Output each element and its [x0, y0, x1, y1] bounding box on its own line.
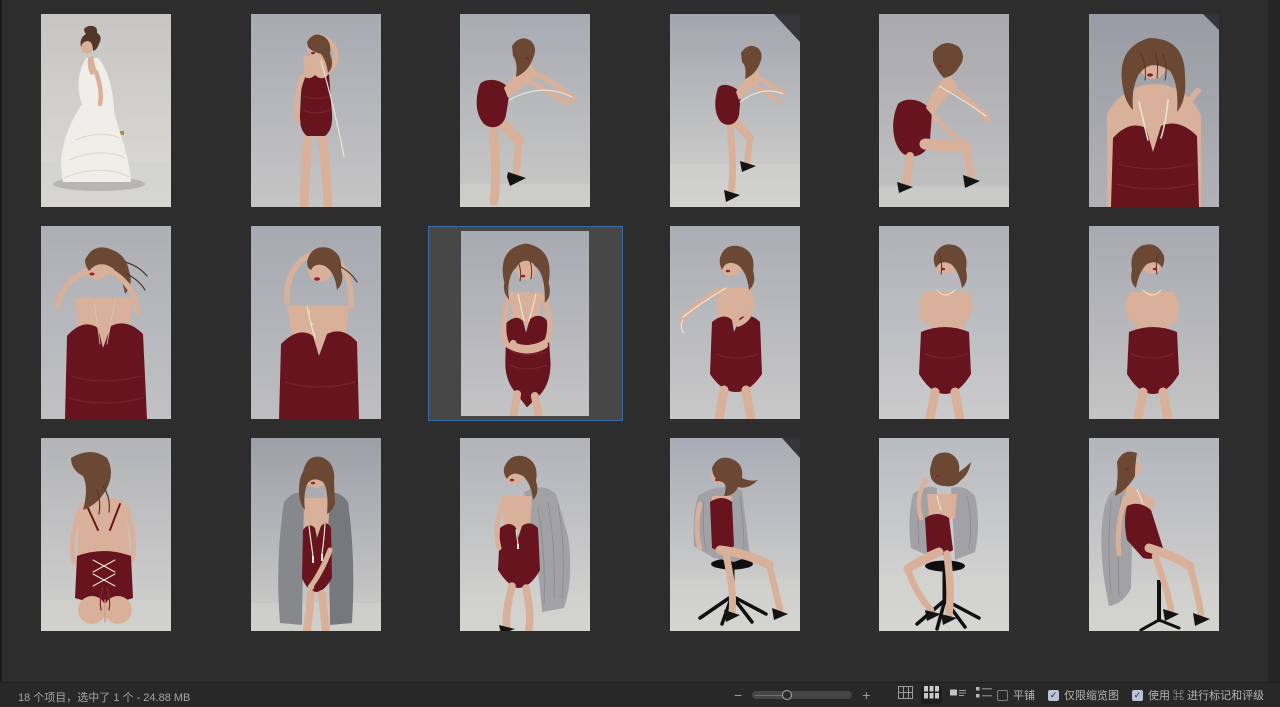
thumbnail-grid-view-button[interactable]	[921, 686, 942, 704]
thumbnail-cell[interactable]	[1057, 14, 1251, 211]
thumbnail-cell[interactable]	[9, 438, 203, 635]
toggle-cmd-rating[interactable]: ✓ 使用 ⌘ 进行标记和评级	[1132, 687, 1264, 703]
panel-left-divider	[0, 0, 2, 682]
grid-lock-view-button[interactable]	[895, 686, 916, 704]
thumbnail-size-control: − +	[734, 683, 870, 707]
photo-thumbnail[interactable]	[1089, 14, 1219, 207]
thumbnail-grid-view-icon	[924, 686, 939, 704]
bridge-content-window: 18 个项目，选中了 1 个 - 24.88 MB − +	[0, 0, 1280, 706]
photo-thumbnail[interactable]	[670, 14, 800, 207]
zoom-in-button[interactable]: +	[862, 688, 870, 702]
list-view-button[interactable]	[973, 686, 994, 704]
photo-thumbnail[interactable]	[670, 226, 800, 419]
thumbnail-cell[interactable]	[219, 438, 413, 635]
thumbnail-cell[interactable]	[219, 14, 413, 211]
thumbnail-cell[interactable]	[1057, 438, 1251, 635]
photo-thumbnail[interactable]	[879, 438, 1009, 631]
slider-track-line	[755, 695, 785, 696]
thumbnail-cell[interactable]	[847, 14, 1041, 211]
status-bar-toggles: ✓ 平铺 ✓ 仅限缩览图 ✓ 使用 ⌘ 进行标记和评级	[997, 683, 1264, 707]
photo-thumbnail[interactable]	[41, 438, 171, 631]
zoom-out-button[interactable]: −	[734, 688, 742, 702]
thumbnail-cell[interactable]	[847, 226, 1041, 423]
details-view-button[interactable]	[947, 686, 968, 704]
toggle-thumbnails-only[interactable]: ✓ 仅限缩览图	[1048, 687, 1119, 703]
item-count-summary: 18 个项目，选中了 1 个 - 24.88 MB	[18, 689, 190, 705]
thumbnail-cell[interactable]	[638, 14, 832, 211]
photo-thumbnail[interactable]	[41, 14, 171, 207]
photo-thumbnail[interactable]	[670, 438, 800, 631]
thumbnail-cell[interactable]	[1057, 226, 1251, 423]
thumbnail-cell[interactable]	[9, 14, 203, 211]
thumbnail-cell[interactable]	[9, 226, 203, 423]
slider-thumb[interactable]	[782, 690, 792, 700]
details-view-icon	[950, 686, 966, 704]
thumbnail-cell[interactable]	[219, 226, 413, 423]
thumbnail-cell[interactable]	[638, 438, 832, 635]
photo-thumbnail[interactable]	[1089, 226, 1219, 419]
checkbox-thumbnails-only[interactable]: ✓	[1048, 690, 1059, 701]
photo-thumbnail[interactable]	[461, 231, 589, 416]
vertical-scrollbar[interactable]	[1267, 0, 1280, 682]
checkbox-tile[interactable]: ✓	[997, 690, 1008, 701]
thumbnail-cell[interactable]	[847, 438, 1041, 635]
view-mode-buttons	[895, 686, 994, 704]
thumbnail-cell-selected[interactable]	[428, 226, 623, 421]
toggle-cmd-rating-label: 使用 ⌘ 进行标记和评级	[1148, 687, 1264, 703]
photo-thumbnail[interactable]	[879, 14, 1009, 207]
photo-thumbnail[interactable]	[879, 226, 1009, 419]
photo-thumbnail[interactable]	[41, 226, 171, 419]
status-bar: 18 个项目，选中了 1 个 - 24.88 MB − +	[0, 682, 1280, 706]
photo-thumbnail[interactable]	[460, 14, 590, 207]
toggle-tile-label: 平铺	[1013, 687, 1035, 703]
thumbnail-size-slider[interactable]	[752, 691, 852, 699]
photo-thumbnail[interactable]	[1089, 438, 1219, 631]
grid-lock-view-icon	[898, 686, 913, 704]
toggle-tile[interactable]: ✓ 平铺	[997, 687, 1035, 703]
toggle-thumbnails-only-label: 仅限缩览图	[1064, 687, 1119, 703]
checkbox-cmd-rating[interactable]: ✓	[1132, 690, 1143, 701]
thumbnail-cell[interactable]	[428, 14, 622, 211]
photo-thumbnail[interactable]	[251, 438, 381, 631]
photo-thumbnail[interactable]	[460, 438, 590, 631]
thumbnail-cell[interactable]	[638, 226, 832, 423]
photo-thumbnail[interactable]	[251, 226, 381, 419]
photo-thumbnail[interactable]	[251, 14, 381, 207]
list-view-icon	[976, 686, 992, 704]
thumbnail-cell[interactable]	[428, 438, 622, 635]
thumbnail-grid-panel	[0, 0, 1280, 682]
